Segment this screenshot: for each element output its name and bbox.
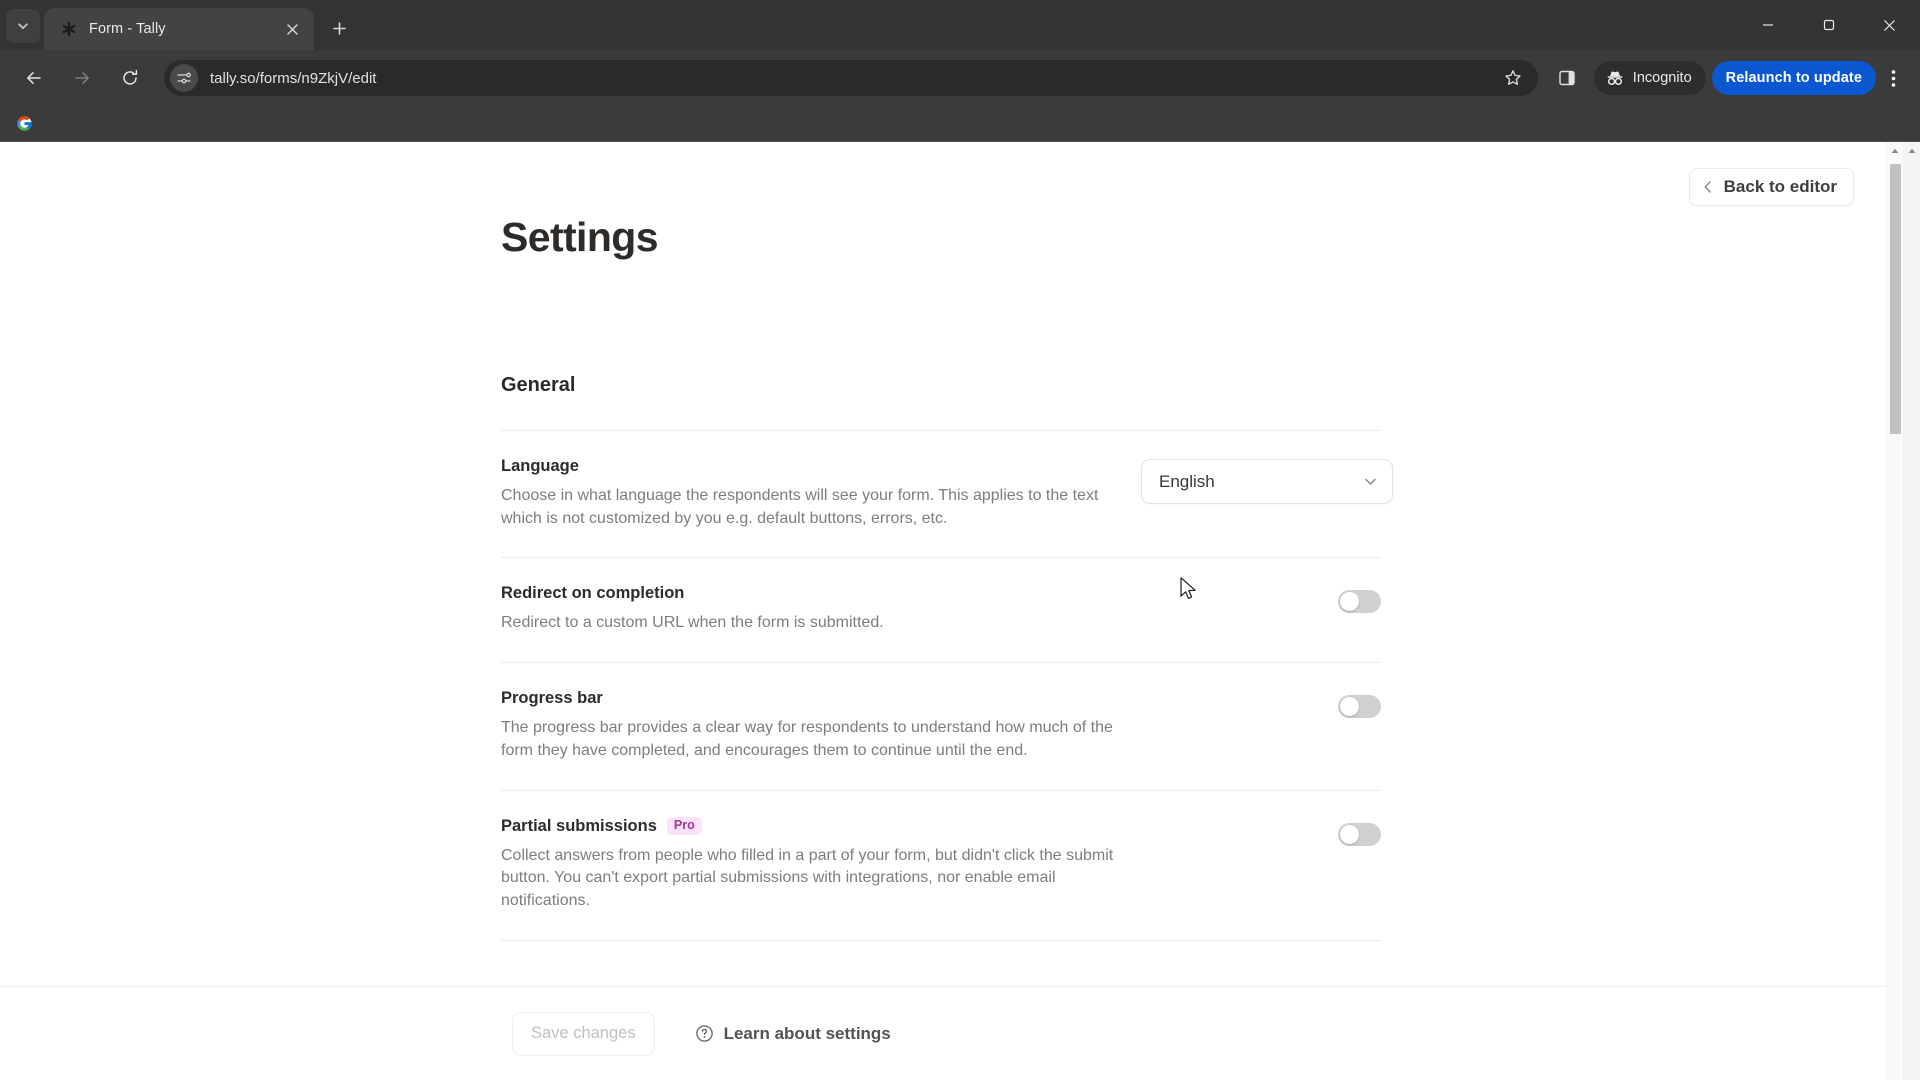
- setting-row: Redirect on completion Redirect to a cus…: [501, 558, 1381, 664]
- settings-footer-bar: Save changes Learn about settings: [0, 986, 1886, 1080]
- incognito-icon: [1607, 71, 1623, 86]
- tab-strip: Form - Tally: [0, 0, 1920, 50]
- google-icon: [16, 116, 32, 131]
- question-circle-icon: [695, 1025, 713, 1042]
- setting-text-block: Language Choose in what language the res…: [501, 457, 1141, 530]
- bookmarks-bar: [0, 106, 1920, 142]
- page-viewport: Back to editor Settings General Language…: [0, 142, 1920, 1080]
- settings-scroll-area: Back to editor Settings General Language…: [0, 142, 1886, 986]
- language-select[interactable]: English: [1141, 459, 1393, 504]
- partial-submissions-toggle[interactable]: [1338, 822, 1381, 846]
- setting-text-block: Progress bar The progress bar provides a…: [501, 689, 1141, 762]
- learn-about-settings-link[interactable]: Learn about settings: [695, 1024, 891, 1044]
- restore-icon: [1823, 19, 1834, 31]
- tally-asterisk-icon: [60, 20, 78, 38]
- progress-bar-toggle[interactable]: [1338, 695, 1381, 719]
- address-bar[interactable]: tally.so/forms/n9ZkjV/edit: [164, 60, 1538, 96]
- toggle-knob: [1340, 592, 1359, 612]
- setting-label: Language: [501, 457, 579, 475]
- close-window-button[interactable]: [1859, 0, 1920, 50]
- section-heading-general: General: [501, 374, 576, 396]
- setting-description: Collect answers from people who filled i…: [501, 846, 1114, 910]
- setting-description: The progress bar provides a clear way fo…: [501, 719, 1113, 759]
- browser-window: Form - Tally tally.so/forms/n9ZkjV/edit …: [0, 0, 1920, 1080]
- maximize-button[interactable]: [1798, 0, 1859, 50]
- setting-text-block: Redirect on completion Redirect to a cus…: [501, 584, 1141, 635]
- chevron-down-icon: [1365, 478, 1376, 485]
- url-text: tally.so/forms/n9ZkjV/edit: [210, 69, 377, 87]
- redirect-on-completion-toggle[interactable]: [1338, 590, 1381, 614]
- incognito-indicator[interactable]: Incognito: [1593, 61, 1706, 95]
- save-changes-label: Save changes: [531, 1024, 636, 1042]
- forward-button[interactable]: [64, 60, 100, 96]
- language-select-value: English: [1159, 471, 1215, 491]
- toggle-knob: [1340, 697, 1359, 717]
- setting-description: Choose in what language the respondents …: [501, 487, 1099, 527]
- side-panel-button[interactable]: [1548, 59, 1586, 97]
- setting-row: Language Choose in what language the res…: [501, 431, 1393, 559]
- close-icon: [1884, 19, 1895, 31]
- setting-header: Progress bar: [501, 689, 1141, 708]
- scroll-up-arrow[interactable]: [1887, 142, 1903, 159]
- setting-text-block: Partial submissions Pro Collect answers …: [501, 817, 1141, 913]
- reload-icon: [123, 69, 138, 85]
- toggle-knob: [1340, 824, 1359, 844]
- setting-control: English: [1141, 457, 1393, 504]
- caret-up-icon: [1891, 148, 1899, 153]
- browser-toolbar: tally.so/forms/n9ZkjV/edit Incognito Rel…: [0, 50, 1920, 106]
- site-settings-icon[interactable]: [170, 64, 198, 92]
- setting-control: [1141, 689, 1381, 719]
- settings-content: Settings General Language Choose in what…: [501, 142, 1393, 941]
- back-to-editor-label: Back to editor: [1723, 177, 1837, 196]
- setting-header: Redirect on completion: [501, 584, 1141, 603]
- caret-up-icon: [1908, 148, 1916, 153]
- scrollbar-thumb[interactable]: [1890, 164, 1901, 434]
- relaunch-label: Relaunch to update: [1725, 70, 1862, 86]
- chevron-left-icon: [1704, 181, 1711, 193]
- learn-about-settings-label: Learn about settings: [723, 1023, 891, 1043]
- side-panel-icon: [1559, 70, 1575, 86]
- page-title: Settings: [501, 214, 659, 260]
- new-tab-button[interactable]: [322, 11, 356, 45]
- tab-title: Form - Tally: [89, 21, 166, 37]
- minimize-icon: [1762, 24, 1773, 26]
- three-dots-vertical-icon: [1891, 69, 1895, 87]
- back-to-editor-button[interactable]: Back to editor: [1688, 168, 1854, 206]
- setting-control: [1141, 584, 1381, 614]
- setting-description: Redirect to a custom URL when the form i…: [501, 614, 884, 632]
- arrow-left-icon: [27, 72, 41, 84]
- browser-tab[interactable]: Form - Tally: [44, 8, 314, 50]
- setting-header: Language: [501, 457, 1141, 476]
- relaunch-to-update-button[interactable]: Relaunch to update: [1711, 61, 1876, 95]
- chrome-menu-button[interactable]: [1876, 59, 1910, 97]
- save-changes-button[interactable]: Save changes: [512, 1011, 655, 1056]
- setting-control: [1141, 817, 1381, 846]
- scroll-up-arrow[interactable]: [1904, 142, 1920, 159]
- setting-header: Partial submissions Pro: [501, 817, 1141, 836]
- browser-scrollbar[interactable]: [1903, 142, 1920, 1080]
- setting-row: Partial submissions Pro Collect answers …: [501, 791, 1381, 941]
- setting-row: Progress bar The progress bar provides a…: [501, 663, 1381, 791]
- page-scrollbar[interactable]: [1886, 142, 1903, 1080]
- minimize-button[interactable]: [1737, 0, 1798, 50]
- plus-icon: [332, 21, 346, 35]
- window-controls: [1737, 0, 1920, 50]
- arrow-right-icon: [75, 72, 89, 84]
- setting-label: Redirect on completion: [501, 584, 685, 603]
- bookmark-star-icon[interactable]: [1498, 63, 1528, 93]
- setting-label: Partial submissions: [501, 816, 657, 835]
- pro-badge: Pro: [666, 816, 702, 836]
- close-icon: [286, 23, 298, 35]
- incognito-label: Incognito: [1632, 70, 1692, 86]
- bookmark-google[interactable]: [10, 110, 38, 138]
- tally-settings-page: Back to editor Settings General Language…: [0, 142, 1886, 1080]
- setting-label: Progress bar: [501, 689, 603, 708]
- back-button[interactable]: [16, 60, 52, 96]
- chevron-down-icon: [18, 23, 28, 29]
- tab-search-button[interactable]: [6, 9, 40, 43]
- tab-close-button[interactable]: [280, 17, 304, 41]
- reload-button[interactable]: [112, 60, 148, 96]
